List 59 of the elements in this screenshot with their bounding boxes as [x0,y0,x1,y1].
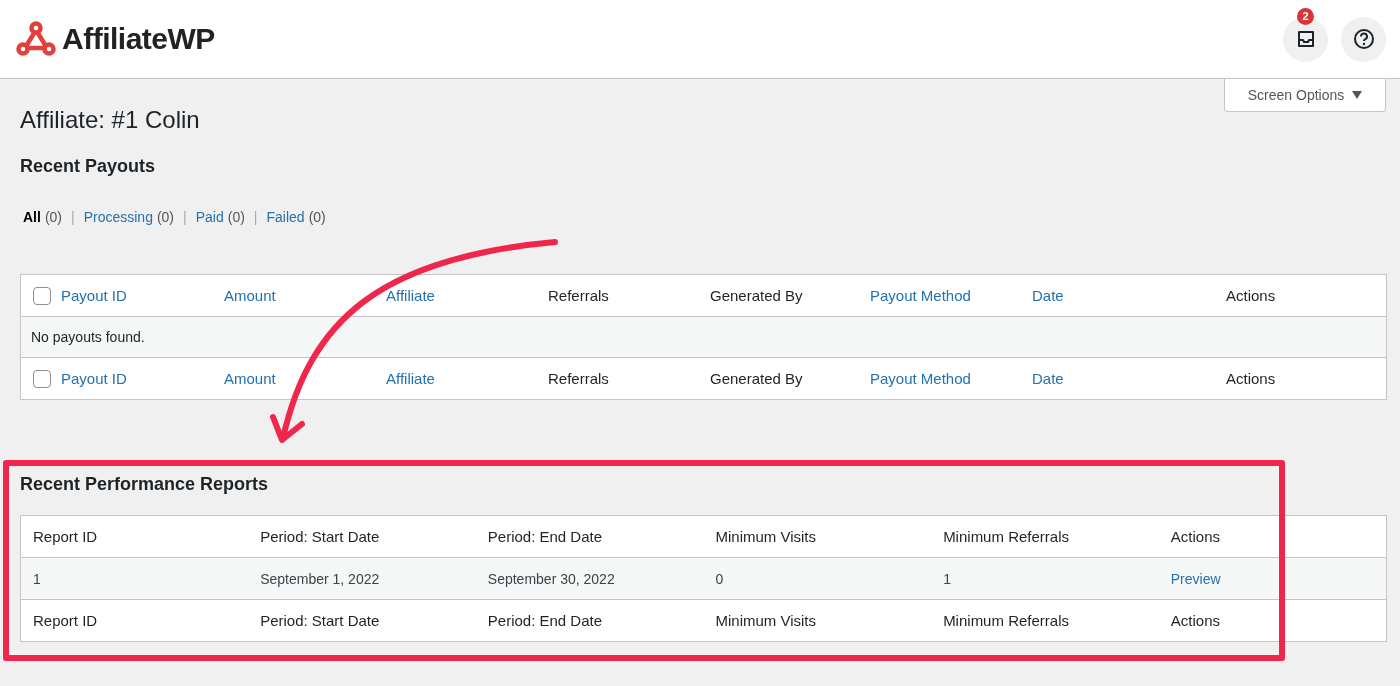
column-sort-link[interactable]: Date [1032,370,1064,387]
caret-icon [1352,91,1363,99]
column-sort-link[interactable]: Amount [224,287,276,304]
table-cell: September 30, 2022 [487,570,615,587]
separator: | [183,209,187,225]
column-header: Minimum Visits [715,612,817,629]
column-sort-link[interactable]: Date [1032,287,1064,304]
column-header: Referrals [548,287,609,304]
column-header: Period: End Date [487,612,603,629]
filter-link[interactable]: Paid [195,209,224,225]
logo-icon [16,21,56,57]
column-header: Minimum Referrals [943,612,1069,629]
help-button[interactable] [1341,16,1386,62]
column-header: Generated By [710,287,803,304]
column-sort-link[interactable]: Payout Method [870,370,971,387]
column-sort-link[interactable]: Amount [224,370,276,387]
select-all-checkbox[interactable] [33,370,51,388]
filter-link[interactable]: Failed [266,209,305,225]
column-sort-link[interactable]: Payout ID [61,370,127,387]
column-header: Actions [1226,370,1276,387]
column-header: Report ID [33,612,98,629]
table-cell: 0 [715,570,724,587]
filter-count: (0) [227,209,245,225]
column-header: Referrals [548,370,609,387]
screen-options-tab[interactable]: Screen Options [1224,79,1386,112]
filter-count: (0) [308,209,326,225]
column-header: Period: Start Date [260,612,380,629]
filter-link[interactable]: Processing [83,209,153,225]
column-sort-link[interactable]: Affiliate [386,370,435,387]
table-cell: September 1, 2022 [260,570,380,587]
column-header: Actions [1170,528,1220,545]
column-header: Report ID [33,528,98,545]
empty-message: No payouts found. [31,329,145,345]
preview-link[interactable]: Preview [1170,570,1221,587]
column-header: Period: Start Date [260,528,380,545]
column-sort-link[interactable]: Payout Method [870,287,971,304]
select-all-checkbox[interactable] [33,287,51,305]
column-sort-link[interactable]: Payout ID [61,287,127,304]
separator: | [253,209,258,225]
column-header: Generated By [710,370,803,387]
column-header: Period: End Date [487,528,603,545]
column-header: Minimum Referrals [943,528,1069,545]
notification-badge: 2 [1297,7,1314,25]
section-title: Recent Payouts [20,156,157,177]
column-header: Actions [1226,287,1276,304]
table-cell: 1 [33,570,41,587]
page-title: Affiliate: #1 Colin [20,105,200,135]
section-title: Recent Performance Reports [20,474,270,495]
filter-count: (0) [156,209,175,225]
help-icon [1352,28,1375,50]
inbox-icon [1295,29,1316,49]
filter-count: (0) [44,209,62,225]
filter-link[interactable]: All [23,209,41,225]
column-header: Actions [1170,612,1220,629]
column-header: Minimum Visits [715,528,817,545]
separator: | [71,209,75,225]
column-sort-link[interactable]: Affiliate [386,287,435,304]
table-cell: 1 [943,570,951,587]
logo-text: AffiliateWP [62,22,215,56]
